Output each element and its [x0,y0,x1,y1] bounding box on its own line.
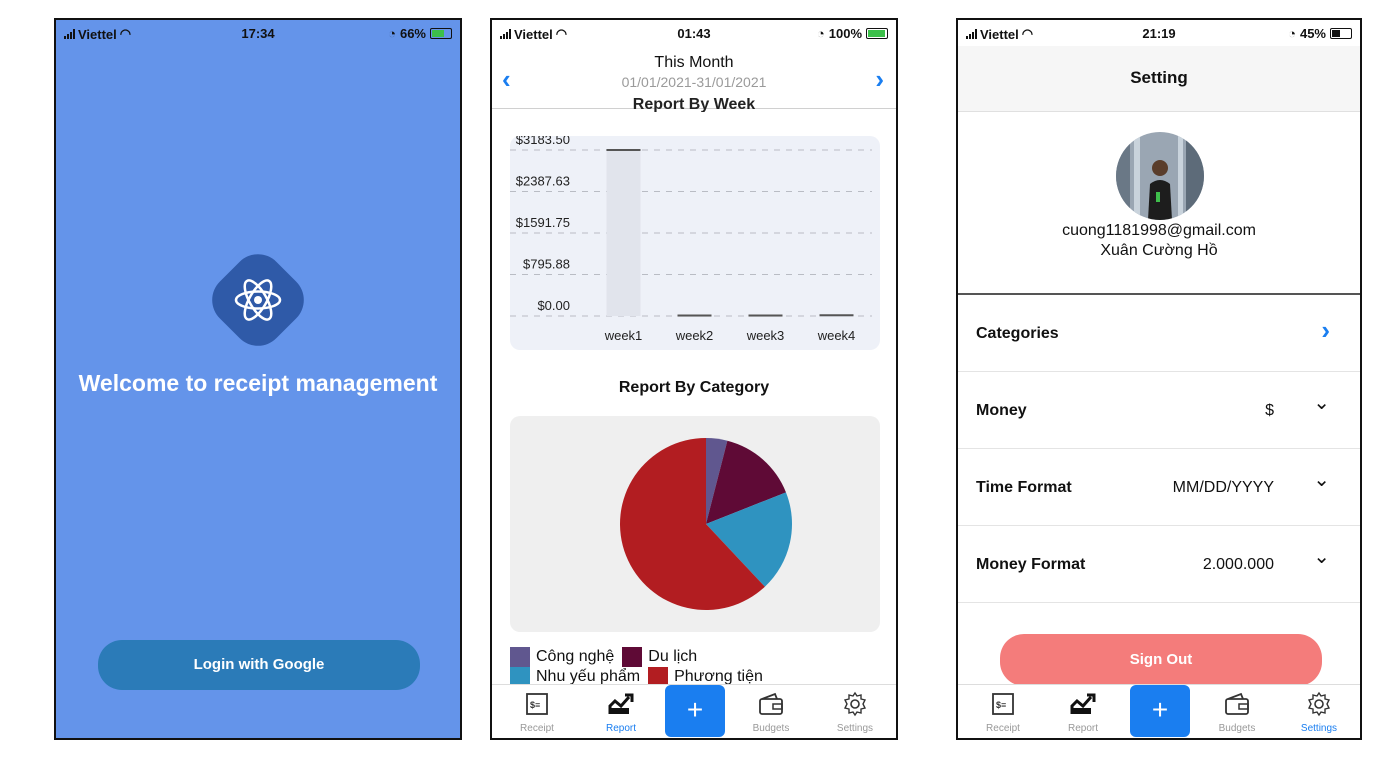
y-tick-label: $2387.63 [516,174,570,189]
sign-out-button[interactable]: Sign Out [1000,634,1322,686]
report-icon [1070,693,1096,714]
tab-bar: $≡ Receipt Report + Budgets Settings [492,684,896,738]
setting-value: $ [1265,402,1274,419]
tab-label: Receipt [520,723,554,734]
month-range: 01/01/2021-31/01/2021 [621,74,767,90]
receipt-icon: $≡ [526,693,548,715]
pie-legend: Công nghệ Du lịch Nhu yếu phẩm Phương ti… [510,647,763,687]
battery-percent: 100% [828,26,862,41]
x-tick-label: week2 [675,328,714,343]
receipt-icon: $≡ [992,693,1014,715]
chevron-down-icon[interactable]: ⌄ [1313,390,1330,415]
setting-label: Categories [976,325,1059,342]
x-tick-label: week4 [817,328,856,343]
tab-label: Report [605,723,636,734]
tab-settings[interactable]: Settings [1284,685,1354,738]
tab-report[interactable]: Report [586,685,656,738]
setting-row-categories[interactable]: Categories › [958,295,1360,372]
plus-icon: + [1151,694,1169,725]
category-chart-title: Report By Category [618,379,770,396]
week-bar-chart: $0.00 $795.88 $1591.75 $2387.63 $3183.50 week… [510,132,872,343]
wallet-icon [1225,692,1249,715]
month-header: This Month 01/01/2021-31/01/2021 [492,54,896,90]
page-title: Setting [1130,68,1188,87]
gear-icon [1307,691,1331,717]
wallet-icon [759,692,783,715]
setting-row-money-format[interactable]: Money Format 2.000.000 ⌄ [958,526,1360,603]
setting-label: Money Format [976,556,1086,573]
y-tick-label: $1591.75 [516,215,570,230]
tab-settings[interactable]: Settings [820,685,890,738]
report-icon [608,693,634,714]
welcome-heading: Welcome to receipt management [78,370,438,396]
legend-label: Du lịch [648,648,698,665]
welcome-screen: Viettel ◠ 17:34 ◔ 66% Welcome to receipt m… [54,18,462,740]
status-bar: Viettel ◠ 01:43 ◔ 100% [492,20,896,46]
tab-budgets[interactable]: Budgets [736,685,806,738]
setting-label: Time Format [976,479,1072,496]
x-tick-label: week3 [746,328,785,343]
y-tick-label: $0.00 [537,298,570,313]
tab-receipt[interactable]: $≡ Receipt [968,685,1038,738]
settings-header: Setting [958,46,1360,112]
react-atom-icon [234,279,282,321]
legend-item: Du lịch [622,647,697,667]
chevron-down-icon[interactable]: ⌄ [1313,544,1330,569]
tab-bar: $≡ Receipt Report + Budgets Settings [958,684,1360,738]
week-chart-title: Report By Week [632,98,756,112]
legend-swatch [622,647,643,667]
category-chart-card [510,416,880,632]
tab-report[interactable]: Report [1048,685,1118,738]
x-tick-label: week1 [604,328,643,343]
setting-value: 2.000.000 [1202,556,1274,573]
bar [606,150,641,316]
month-title: This Month [654,54,734,71]
tab-label: Settings [1300,723,1338,734]
login-google-button[interactable]: Login with Google [98,640,420,690]
battery-icon [866,28,888,39]
add-receipt-button[interactable]: + [1130,685,1190,737]
add-receipt-button[interactable]: + [665,685,725,737]
profile-photo [1116,132,1204,220]
week-chart-card: $0.00 $795.88 $1591.75 $2387.63 $3183.50 week… [510,132,880,350]
tab-label: Budgets [752,723,790,734]
svg-text:$≡: $≡ [996,700,1006,710]
avatar [1116,132,1204,220]
svg-text:$≡: $≡ [530,700,540,710]
chevron-right-icon: › [1321,315,1330,345]
battery-percent: 45% [1299,26,1326,41]
settings-screen: Viettel ◠ 21:19 ◔ 45% Setting cuong1181998… [956,18,1362,740]
gear-icon [843,691,867,717]
battery-icon [430,28,452,39]
alarm-icon: ◔ [816,26,825,41]
alarm-icon: ◔ [388,26,396,41]
tab-label: Settings [836,723,874,734]
legend-item: Công nghệ [510,647,614,667]
setting-row-money[interactable]: Money $ ⌄ [958,372,1360,449]
battery-icon [1330,28,1352,39]
setting-value: MM/DD/YYYY [1172,479,1274,496]
tab-budgets[interactable]: Budgets [1202,685,1272,738]
user-email: cuong1181998@gmail.com [1062,222,1256,239]
legend-label: Công nghệ [536,648,615,665]
chevron-down-icon[interactable]: ⌄ [1313,467,1330,492]
user-name: Xuân Cường Hồ [1100,242,1218,259]
tab-label: Receipt [986,723,1020,734]
setting-label: Money [976,402,1027,419]
battery-percent: 66% [399,26,426,41]
alarm-icon: ◔ [1288,26,1296,41]
tab-receipt[interactable]: $≡ Receipt [502,685,572,738]
tab-label: Budgets [1218,723,1256,734]
status-bar: Viettel ◠ 21:19 ◔ 45% [958,20,1360,46]
legend-swatch [510,647,530,667]
report-screen: Viettel ◠ 01:43 ◔ 100% ‹ › This Month 01/0… [490,18,898,740]
status-bar: Viettel ◠ 17:34 ◔ 66% [56,20,460,46]
category-pie-chart [619,438,792,610]
plus-icon: + [686,694,704,725]
y-tick-label: $3183.50 [516,136,570,147]
setting-row-time-format[interactable]: Time Format MM/DD/YYYY ⌄ [958,449,1360,526]
y-tick-label: $795.88 [523,257,570,272]
tab-label: Report [1067,723,1098,734]
